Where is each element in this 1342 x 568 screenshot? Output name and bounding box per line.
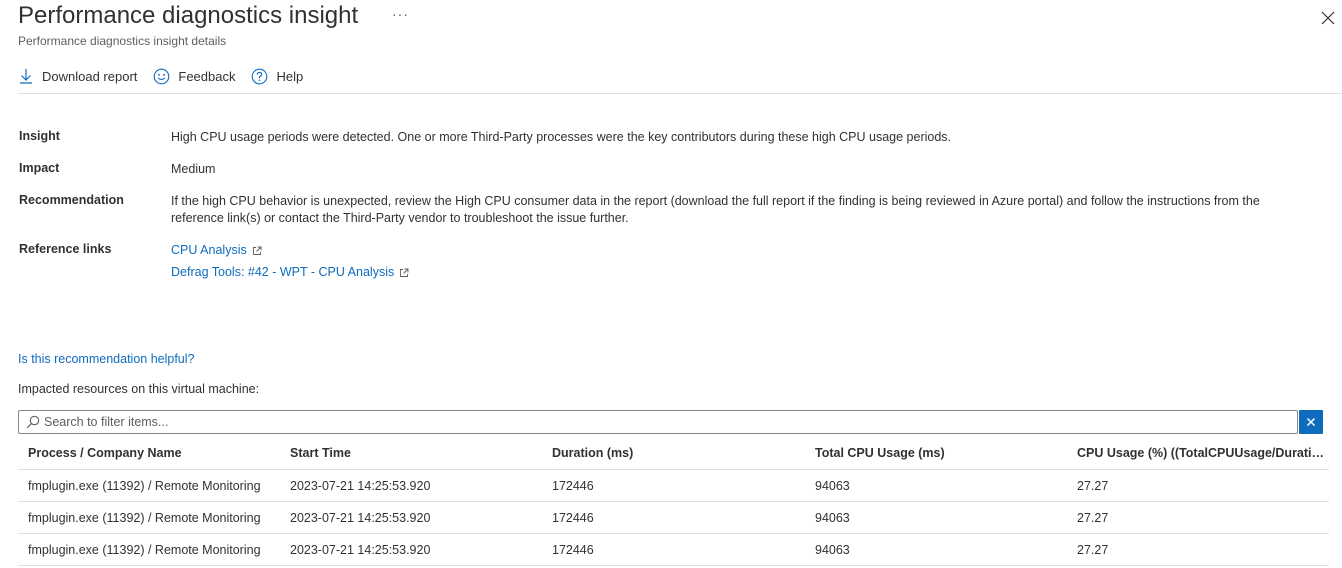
cell-process: fmplugin.exe (11392) / Remote Monitoring <box>28 479 261 493</box>
reference-link-defrag-tools[interactable]: Defrag Tools: #42 - WPT - CPU Analysis <box>171 264 409 281</box>
reference-links-label: Reference links <box>19 242 112 256</box>
close-button[interactable] <box>1318 8 1338 28</box>
cell-total-cpu: 94063 <box>815 511 850 525</box>
column-header-process[interactable]: Process / Company Name <box>28 437 283 469</box>
insight-value: High CPU usage periods were detected. On… <box>171 130 952 144</box>
table-row[interactable]: fmplugin.exe (11392) / Remote Monitoring… <box>18 470 1329 502</box>
search-box <box>18 410 1298 434</box>
table-row[interactable]: fmplugin.exe (11392) / Remote Monitoring… <box>18 534 1329 566</box>
cell-total-cpu: 94063 <box>815 479 850 493</box>
impact-label: Impact <box>19 161 60 175</box>
impact-value: Medium <box>171 162 216 176</box>
smiley-icon <box>154 68 170 84</box>
cell-process: fmplugin.exe (11392) / Remote Monitoring <box>28 543 261 557</box>
external-link-icon <box>400 268 409 277</box>
table-header-row: Process / Company Name Start Time Durati… <box>18 437 1329 470</box>
recommendation-value: If the high CPU behavior is unexpected, … <box>171 194 1260 225</box>
more-options-button[interactable]: ··· <box>392 6 409 22</box>
cell-cpu-usage: 27.27 <box>1077 479 1109 493</box>
help-label: Help <box>276 68 304 84</box>
help-icon <box>252 68 268 84</box>
cell-start-time: 2023-07-21 14:25:53.920 <box>290 511 431 525</box>
reference-link-cpu-analysis[interactable]: CPU Analysis <box>171 242 262 259</box>
external-link-icon <box>252 246 262 255</box>
feedback-button[interactable]: Feedback <box>153 68 235 85</box>
column-header-start-time[interactable]: Start Time <box>290 437 545 469</box>
cell-total-cpu: 94063 <box>815 543 850 557</box>
column-header-duration[interactable]: Duration (ms) <box>552 437 807 469</box>
close-icon <box>1321 11 1335 25</box>
impacted-resources-label: Impacted resources on this virtual machi… <box>18 382 260 396</box>
cell-duration: 172446 <box>552 479 594 493</box>
reference-links-list: CPU Analysis Defrag Tools: #42 - WPT - C… <box>171 242 1301 281</box>
cell-duration: 172446 <box>552 511 594 525</box>
cell-process: fmplugin.exe (11392) / Remote Monitoring <box>28 511 261 525</box>
toolbar-divider <box>18 93 1342 94</box>
cell-start-time: 2023-07-21 14:25:53.920 <box>290 543 431 557</box>
insight-label: Insight <box>19 129 60 143</box>
download-icon <box>20 69 32 84</box>
table-body: fmplugin.exe (11392) / Remote Monitoring… <box>18 470 1329 566</box>
reference-link-label: CPU Analysis <box>171 243 247 257</box>
search-input[interactable] <box>44 415 1284 429</box>
cell-cpu-usage: 27.27 <box>1077 511 1109 525</box>
table-row[interactable]: fmplugin.exe (11392) / Remote Monitoring… <box>18 502 1329 534</box>
recommendation-label: Recommendation <box>19 193 124 207</box>
close-icon <box>1306 417 1316 427</box>
column-header-cpu-usage[interactable]: CPU Usage (%) ((TotalCPUUsage/Duratio... <box>1077 437 1329 469</box>
cell-duration: 172446 <box>552 543 594 557</box>
page-title: Performance diagnostics insight <box>18 2 359 29</box>
feedback-label: Feedback <box>178 68 236 84</box>
reference-link-label: Defrag Tools: #42 - WPT - CPU Analysis <box>171 265 395 279</box>
download-report-label: Download report <box>42 68 138 84</box>
search-icon <box>26 415 40 429</box>
help-button[interactable]: Help <box>251 68 303 85</box>
clear-search-button[interactable] <box>1299 410 1323 434</box>
cell-cpu-usage: 27.27 <box>1077 543 1109 557</box>
toolbar: Download report Feedback Help <box>18 64 303 88</box>
helpful-feedback-link[interactable]: Is this recommendation helpful? <box>18 352 194 366</box>
download-report-button[interactable]: Download report <box>18 68 137 84</box>
column-header-total-cpu[interactable]: Total CPU Usage (ms) <box>815 437 1070 469</box>
page-subtitle: Performance diagnostics insight details <box>18 34 227 48</box>
cell-start-time: 2023-07-21 14:25:53.920 <box>290 479 431 493</box>
impacted-resources-table: Process / Company Name Start Time Durati… <box>18 437 1329 566</box>
